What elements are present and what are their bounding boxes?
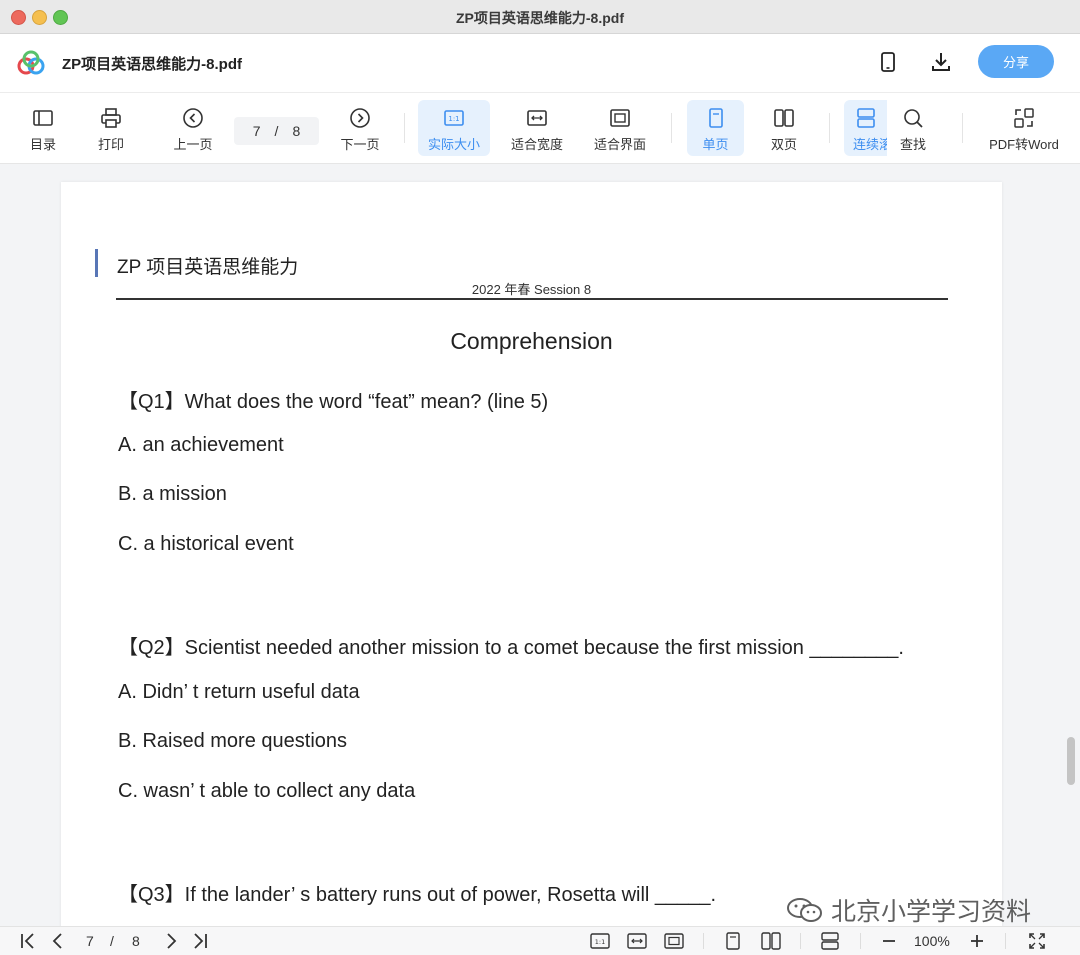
status-divider <box>860 933 861 949</box>
svg-text:1:1: 1:1 <box>448 115 459 123</box>
first-page-icon[interactable] <box>18 931 38 951</box>
actual-size-label: 实际大小 <box>427 137 480 152</box>
search-icon <box>904 109 923 128</box>
toolbar: 目录 打印 上一页 7 / 8 下一页 1:1 实际大小 适合宽度 适合界面 单… <box>0 93 1080 164</box>
double-page-icon[interactable] <box>760 931 782 951</box>
page-number-input[interactable]: 7 / 8 <box>234 117 319 145</box>
bottom-page-total: 8 <box>132 933 140 949</box>
continuous-scroll-icon[interactable] <box>820 931 840 951</box>
fit-width-icon <box>527 110 547 126</box>
fit-width-icon[interactable] <box>626 931 648 951</box>
double-page-label: 双页 <box>770 137 797 152</box>
phone-icon[interactable] <box>876 50 900 74</box>
scrollbar-thumb[interactable] <box>1067 737 1075 785</box>
next-page-icon[interactable] <box>161 931 181 951</box>
find-button[interactable]: 查找 <box>889 100 937 156</box>
next-page-button[interactable]: 下一页 <box>333 100 387 156</box>
toolbar-divider <box>404 113 405 143</box>
prev-page-label: 上一页 <box>173 137 213 152</box>
heading-accent-bar <box>95 249 98 277</box>
q2-option-b: B. Raised more questions <box>118 730 348 752</box>
pdf-to-word-label: PDF转Word <box>989 137 1059 152</box>
wechat-icon <box>787 898 822 922</box>
next-page-label: 下一页 <box>340 137 380 152</box>
continuous-scroll-button[interactable]: 连续滚 <box>844 100 887 156</box>
window-title: ZP项目英语思维能力-8.pdf <box>456 10 624 26</box>
fit-page-icon[interactable] <box>663 931 685 951</box>
header-rule <box>116 298 948 300</box>
bottom-page-current[interactable]: 7 <box>86 933 94 949</box>
convert-icon <box>1014 108 1034 128</box>
chevron-right-circle-icon <box>350 108 370 128</box>
fit-width-button[interactable]: 适合宽度 <box>503 100 571 156</box>
section-title: Comprehension <box>450 328 613 354</box>
double-page-button[interactable]: 双页 <box>756 100 812 156</box>
question-3: 【Q3】If the lander’ s battery runs out of… <box>118 884 717 906</box>
toolbar-divider <box>962 113 963 143</box>
status-divider <box>703 933 704 949</box>
page-current: 7 <box>252 123 261 139</box>
window-titlebar: ZP项目英语思维能力-8.pdf <box>0 0 1080 34</box>
actual-size-icon[interactable]: 1:1 <box>589 931 611 951</box>
printer-icon <box>101 108 121 128</box>
watermark: 北京小学学习资料 <box>785 892 1031 928</box>
single-page-label: 单页 <box>702 137 729 152</box>
watermark-text: 北京小学学习资料 <box>831 898 1032 926</box>
page-total: 8 <box>292 123 301 139</box>
single-page-button[interactable]: 单页 <box>687 100 744 156</box>
prev-page-button[interactable]: 上一页 <box>166 100 220 156</box>
page-separator: / <box>274 123 279 139</box>
print-button[interactable]: 打印 <box>86 100 136 156</box>
fullscreen-icon[interactable] <box>1027 931 1047 951</box>
status-bar: 7 / 8 1:1 100% <box>0 926 1080 955</box>
toolbar-divider <box>829 113 830 143</box>
print-label: 打印 <box>97 137 124 152</box>
toolbar-divider <box>671 113 672 143</box>
single-page-icon[interactable] <box>723 931 743 951</box>
document-heading: ZP 项目英语思维能力 <box>117 257 299 278</box>
continuous-scroll-label: 连续滚 <box>853 137 887 152</box>
svg-text:1:1: 1:1 <box>595 938 605 946</box>
toc-button[interactable]: 目录 <box>18 100 68 156</box>
continuous-scroll-icon <box>856 108 875 128</box>
status-divider <box>800 933 801 949</box>
document-name: ZP项目英语思维能力-8.pdf <box>62 56 242 73</box>
pdf-to-word-button[interactable]: PDF转Word <box>982 100 1066 156</box>
fit-page-button[interactable]: 适合界面 <box>586 100 654 156</box>
q1-option-c: C. a historical event <box>118 533 294 555</box>
vertical-scrollbar[interactable] <box>1062 164 1080 926</box>
zoom-out-icon[interactable] <box>880 931 898 951</box>
status-divider <box>1005 933 1006 949</box>
q1-option-a: A. an achievement <box>118 434 284 456</box>
document-viewer[interactable]: ZP 项目英语思维能力 2022 年春 Session 8 Comprehens… <box>0 164 1080 942</box>
double-page-icon <box>774 109 794 127</box>
share-button[interactable]: 分享 <box>978 45 1054 78</box>
last-page-icon[interactable] <box>190 931 210 951</box>
fit-page-icon <box>610 109 630 127</box>
document-subheading: 2022 年春 Session 8 <box>471 282 592 297</box>
q2-option-c: C. wasn’ t able to collect any data <box>118 780 416 802</box>
app-header: ZP项目英语思维能力-8.pdf 分享 <box>0 34 1080 93</box>
zoom-in-icon[interactable] <box>968 931 986 951</box>
toc-label: 目录 <box>29 137 56 152</box>
single-page-icon <box>708 108 723 128</box>
actual-size-button[interactable]: 1:1 实际大小 <box>418 100 490 156</box>
fit-width-label: 适合宽度 <box>510 137 563 152</box>
q2-option-a: A. Didn’ t return useful data <box>118 681 360 703</box>
question-1: 【Q1】What does the word “feat” mean? (lin… <box>118 391 549 413</box>
prev-page-icon[interactable] <box>48 931 68 951</box>
actual-size-icon: 1:1 <box>444 110 464 126</box>
app-logo-icon <box>17 50 45 75</box>
zoom-level[interactable]: 100% <box>914 933 950 949</box>
download-icon[interactable] <box>929 50 953 74</box>
sidebar-icon <box>33 110 53 126</box>
q1-option-b: B. a mission <box>118 483 227 505</box>
pdf-page: ZP 项目英语思维能力 2022 年春 Session 8 Comprehens… <box>61 182 1002 942</box>
fit-page-label: 适合界面 <box>593 137 646 152</box>
question-2: 【Q2】Scientist needed another mission to … <box>118 637 904 659</box>
bottom-page-separator: / <box>110 933 114 949</box>
chevron-left-circle-icon <box>183 108 203 128</box>
find-label: 查找 <box>899 137 926 152</box>
